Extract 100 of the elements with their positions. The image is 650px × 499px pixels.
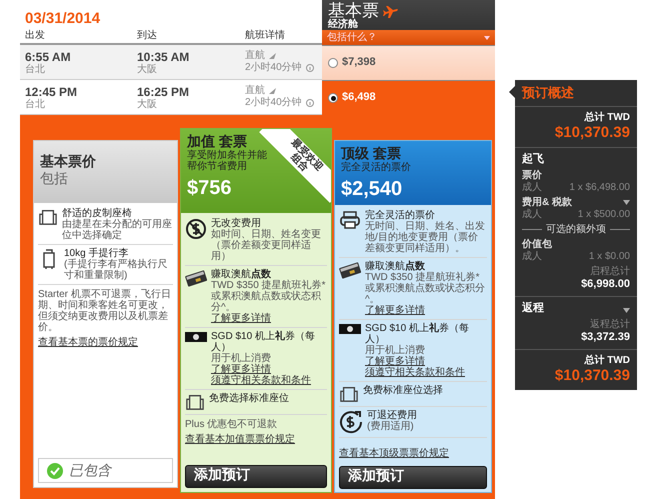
passenger-type: 成人 bbox=[522, 182, 542, 194]
flight-duration: 2小时40分钟 bbox=[245, 62, 302, 74]
package-title: 基本票价 bbox=[40, 153, 96, 170]
caret-icon[interactable] bbox=[623, 308, 630, 314]
subtotal-label: 返程总计 bbox=[589, 319, 630, 332]
feature-title: 舒适的皮制座椅 bbox=[62, 208, 133, 219]
city-name: 大阪 bbox=[137, 99, 158, 112]
arrival-time: 16:25 PM bbox=[137, 85, 190, 99]
total-label: 总计 TWD bbox=[583, 112, 630, 124]
feature-title: SGD $10 机上礼券（每人） bbox=[211, 331, 316, 353]
dropdown-label: 包括什么？ bbox=[327, 32, 377, 44]
subtotal-amount: $6,998.00 bbox=[580, 278, 630, 291]
seat-icon bbox=[185, 393, 205, 411]
column-header: 航班详情 bbox=[244, 30, 286, 43]
line-label: 价值包 bbox=[522, 238, 552, 250]
details-link[interactable]: 了解更多详情 bbox=[211, 364, 271, 375]
rules-link[interactable]: 查看基本顶级票票价规定 bbox=[339, 448, 449, 459]
line-amount: 1 x $500.00 bbox=[578, 208, 630, 221]
rules-link[interactable]: 查看基本票的票价规定 bbox=[38, 337, 138, 348]
passenger-type: 成人 bbox=[522, 250, 542, 263]
fare-subtitle: 经济舱 bbox=[328, 20, 359, 30]
radio-button[interactable] bbox=[328, 93, 338, 103]
line-amount: 1 x $0.00 bbox=[588, 250, 630, 263]
fare-option[interactable]: $7,398 bbox=[322, 45, 495, 80]
feature-title: 赚取澳航点数 bbox=[365, 261, 425, 272]
passenger-type: 成人 bbox=[522, 208, 542, 221]
package-price: $756 bbox=[187, 176, 232, 200]
feature-title: 赚取澳航点数 bbox=[211, 269, 271, 280]
flight-duration: 2小时40分钟 bbox=[245, 97, 302, 109]
total-label: 总计 TWD bbox=[583, 355, 630, 368]
flight-type: 直航 bbox=[245, 50, 265, 62]
details-link[interactable]: 须遵守相关条款和条件 bbox=[211, 375, 311, 386]
details-link[interactable]: 了解更多详情 bbox=[365, 305, 425, 316]
feature-text: 用于机上消费 bbox=[365, 345, 426, 356]
add-booking-button[interactable]: 添加预订 bbox=[185, 465, 327, 488]
feature-title: 完全灵活的票价 bbox=[365, 210, 436, 221]
column-header: 出发 bbox=[24, 30, 46, 43]
refund-icon bbox=[339, 410, 363, 434]
feature-title: 免费选择标准座位 bbox=[209, 393, 289, 404]
card-icon bbox=[185, 269, 207, 287]
city-name: 台北 bbox=[25, 64, 46, 76]
arrival-time: 10:35 AM bbox=[137, 50, 190, 64]
total-amount: $10,370.39 bbox=[554, 367, 630, 386]
details-link[interactable]: 了解更多详情 bbox=[211, 313, 271, 324]
feature-text: 由捷星在未分配的可用座位中选择确定 bbox=[62, 219, 173, 241]
total-amount: $10,370.39 bbox=[554, 124, 630, 142]
status-text: 已包含 bbox=[69, 462, 111, 479]
line-amount: 1 x $6,498.00 bbox=[569, 182, 630, 194]
add-booking-button[interactable]: 添加预订 bbox=[339, 466, 487, 489]
banknote-icon bbox=[339, 323, 361, 335]
column-header: 到达 bbox=[136, 30, 158, 43]
city-name: 大阪 bbox=[137, 64, 158, 76]
feature-title: 10kg 手提行李 bbox=[64, 248, 128, 259]
feature-text: TWD $350 捷星航班礼券* 或累积澳航点数或状态积分^。 bbox=[211, 280, 326, 313]
rules-link[interactable]: 查看基本加值票票价规定 bbox=[185, 434, 295, 445]
feature-text: 如时间、日期、姓名变更（票价差额变更同样适用） bbox=[211, 229, 322, 262]
feature-text: (手提行李有严格执行尺寸和重量限制) bbox=[64, 259, 168, 281]
section-heading: 返程 bbox=[522, 302, 544, 316]
package-title: 顶级 套票 bbox=[341, 145, 401, 162]
details-link[interactable]: 须遵守相关条款和条件 bbox=[365, 367, 465, 378]
caret-icon bbox=[484, 36, 490, 40]
feature-title: SGD $10 机上礼券（每人） bbox=[365, 323, 470, 345]
package-title: 加值 套票 bbox=[187, 133, 247, 150]
city-name: 台北 bbox=[25, 99, 46, 112]
card-icon bbox=[339, 261, 361, 279]
note-text: Plus 优惠包不可退款 bbox=[185, 419, 278, 430]
extras-heading: 可选的额外项 bbox=[546, 224, 606, 236]
feature-title: 无改变费用 bbox=[211, 218, 261, 229]
summary-title: 预订概述 bbox=[522, 85, 575, 101]
subtotal-label: 启程总计 bbox=[589, 266, 630, 278]
feature-text: TWD $350 捷星航班礼券* 或累积澳航点数或状态积分^。 bbox=[365, 272, 486, 305]
feature-text: 用于机上消费 bbox=[211, 353, 272, 364]
section-heading: 起飞 bbox=[522, 152, 545, 166]
departure-time: 6:55 AM bbox=[25, 50, 72, 64]
no-dollar-icon bbox=[185, 218, 207, 240]
info-icon[interactable] bbox=[306, 64, 314, 72]
caret-icon[interactable] bbox=[623, 200, 630, 206]
flight-type: 直航 bbox=[245, 85, 265, 96]
seat-icon bbox=[339, 385, 359, 403]
radio-button[interactable] bbox=[328, 58, 338, 68]
line-label: 票价 bbox=[522, 170, 542, 182]
feature-title: 免费标准座位选择 bbox=[363, 385, 443, 396]
package-subtitle: 完全灵活的票价 bbox=[341, 162, 412, 173]
package-subtitle: 包括 bbox=[40, 170, 69, 187]
date-heading: 03/31/2014 bbox=[24, 9, 102, 29]
fare-price: $7,398 bbox=[342, 56, 376, 70]
departure-time: 12:45 PM bbox=[25, 85, 78, 99]
feature-text: (费用适用) bbox=[367, 421, 415, 432]
package-subtitle: 享受附加条件并能帮你节省费用 bbox=[187, 150, 268, 172]
seat-icon bbox=[38, 208, 58, 226]
details-link[interactable]: 了解更多详情 bbox=[365, 356, 425, 367]
note-text: Starter 机票不可退票，飞行日期、时间和乘客姓名可更改，但须交纳更改费用以及机票差价。 bbox=[38, 289, 172, 333]
subtotal-amount: $3,372.39 bbox=[580, 331, 630, 344]
check-icon bbox=[47, 462, 63, 479]
fare-price: $6,498 bbox=[342, 91, 376, 105]
banknote-icon bbox=[185, 331, 207, 343]
info-icon[interactable] bbox=[306, 99, 314, 107]
feature-title: 可退还费用 bbox=[367, 410, 417, 421]
ticket-icon bbox=[339, 210, 361, 230]
line-label: 费用& 税款 bbox=[522, 196, 572, 208]
